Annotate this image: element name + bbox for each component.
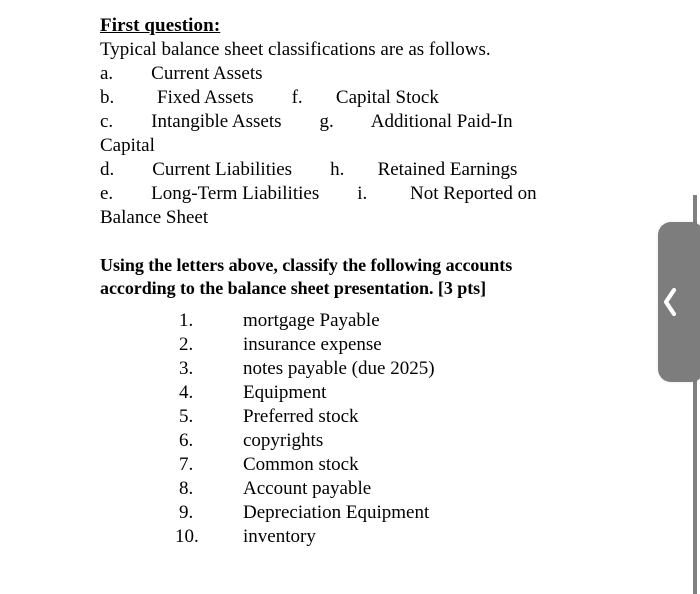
classification-line: a. Current Assets — [100, 63, 263, 84]
chevron-left-icon — [658, 222, 700, 382]
list-item: 5. Preferred stock — [100, 405, 600, 429]
list-item-label: notes payable (due 2025) — [243, 358, 435, 379]
list-item: 7. Common stock — [100, 453, 600, 477]
list-item-label: Account payable — [243, 478, 372, 499]
list-item: 8. Account payable — [100, 477, 600, 501]
collapse-panel-button[interactable] — [658, 222, 700, 382]
accounts-list: 1. mortgage Payable 2. insurance expense… — [100, 300, 600, 549]
classification-line: b. Fixed Assets f. Capital Stock — [100, 87, 439, 108]
list-item-label: copyrights — [243, 430, 324, 451]
list-item-number: 1. — [179, 310, 194, 331]
classification-legend: a. Current Assets b. Fixed Assets f. Cap… — [100, 62, 600, 230]
list-item-label: insurance expense — [243, 334, 382, 355]
list-item-label: Common stock — [243, 454, 359, 475]
list-item: 1. mortgage Payable — [100, 309, 600, 333]
list-item-number: 4. — [179, 382, 194, 403]
list-item-number: 7. — [179, 454, 194, 475]
classification-line: Balance Sheet — [100, 207, 209, 228]
list-item-number: 5. — [179, 406, 194, 427]
list-item: 4. Equipment — [100, 381, 600, 405]
list-item-number: 9. — [179, 502, 194, 523]
list-item-number: 10. — [175, 526, 199, 547]
list-item-label: inventory — [243, 526, 316, 547]
question-lead-text: Typical balance sheet classifications ar… — [100, 39, 491, 60]
classification-line: c. Intangible Assets g. Additional Paid-… — [100, 111, 513, 132]
instruction-prompt: Using the letters above, classify the fo… — [100, 255, 513, 298]
list-item-label: Preferred stock — [243, 406, 359, 427]
classification-line: e. Long-Term Liabilities i. Not Reported… — [100, 183, 537, 204]
list-item-label: Depreciation Equipment — [243, 502, 430, 523]
list-item: 2. insurance expense — [100, 333, 600, 357]
classification-line: d. Current Liabilities h. Retained Earni… — [100, 159, 518, 180]
list-item-label: Equipment — [243, 382, 327, 403]
list-item: 3. notes payable (due 2025) — [100, 357, 600, 381]
question-heading: First question: — [100, 15, 221, 36]
classification-line: Capital — [100, 135, 155, 156]
list-item-label: mortgage Payable — [243, 310, 380, 331]
list-item-number: 6. — [179, 430, 194, 451]
question-document: First question: Typical balance sheet cl… — [100, 14, 600, 549]
list-item-number: 3. — [179, 358, 194, 379]
list-item: 9. Depreciation Equipment — [100, 501, 600, 525]
list-item-number: 2. — [179, 334, 194, 355]
list-item: 6. copyrights — [100, 429, 600, 453]
list-item: 10. inventory — [100, 525, 600, 549]
list-item-number: 8. — [179, 478, 194, 499]
